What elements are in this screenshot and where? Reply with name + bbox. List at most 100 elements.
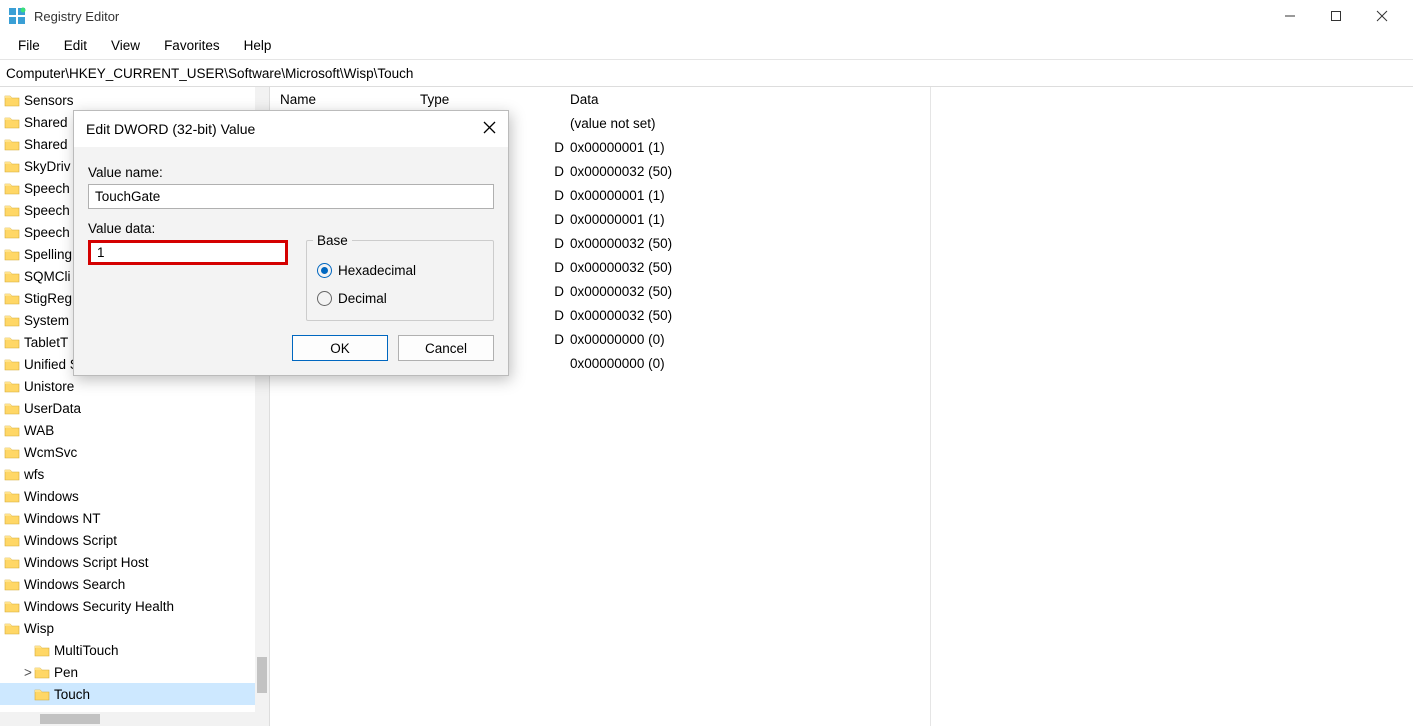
tree-item[interactable]: > Pen xyxy=(0,661,269,683)
value-data: 0x00000032 (50) xyxy=(570,236,1413,251)
tree-item-label: Spelling xyxy=(24,247,72,262)
column-header-type[interactable]: Type xyxy=(420,92,570,107)
maximize-button[interactable] xyxy=(1313,0,1359,32)
value-data: 0x00000000 (0) xyxy=(570,356,1413,371)
menu-edit[interactable]: Edit xyxy=(52,34,99,57)
tree-item-label: WcmSvc xyxy=(24,445,77,460)
tree-item-label: Touch xyxy=(54,687,90,702)
tree-item-label: Windows NT xyxy=(24,511,101,526)
radio-dec-label: Decimal xyxy=(338,291,387,306)
menu-view[interactable]: View xyxy=(99,34,152,57)
base-fieldset: Base Hexadecimal Decimal xyxy=(306,240,494,321)
value-name-label: Value name: xyxy=(88,165,494,180)
value-name-input[interactable] xyxy=(88,184,494,209)
tree-item-label: Windows Search xyxy=(24,577,125,592)
tree-hscrollbar[interactable] xyxy=(0,712,255,726)
menu-file[interactable]: File xyxy=(6,34,52,57)
tree-hscroll-thumb[interactable] xyxy=(40,714,100,724)
minimize-button[interactable] xyxy=(1267,0,1313,32)
tree-item-label: TabletT xyxy=(24,335,68,350)
window-title: Registry Editor xyxy=(34,9,1267,24)
folder-icon xyxy=(4,181,20,195)
tree-item-label: SkyDriv xyxy=(24,159,71,174)
tree-item[interactable]: Windows Script Host xyxy=(0,551,269,573)
folder-icon xyxy=(4,247,20,261)
folder-icon xyxy=(4,93,20,107)
folder-icon xyxy=(34,687,50,701)
tree-item[interactable]: WcmSvc xyxy=(0,441,269,463)
address-bar[interactable]: Computer\HKEY_CURRENT_USER\Software\Micr… xyxy=(0,60,1413,86)
column-divider xyxy=(930,87,931,726)
folder-icon xyxy=(4,203,20,217)
ok-button[interactable]: OK xyxy=(292,335,388,361)
dialog-title: Edit DWORD (32-bit) Value xyxy=(86,121,255,137)
folder-icon xyxy=(4,511,20,525)
folder-icon xyxy=(4,225,20,239)
tree-item-label: Pen xyxy=(54,665,78,680)
folder-icon xyxy=(4,335,20,349)
tree-item[interactable]: Sensors xyxy=(0,89,269,111)
folder-icon xyxy=(4,379,20,393)
value-data-label: Value data: xyxy=(88,221,288,236)
radio-hex-icon xyxy=(317,263,332,278)
folder-icon xyxy=(4,291,20,305)
tree-item[interactable]: WAB xyxy=(0,419,269,441)
folder-icon xyxy=(4,555,20,569)
tree-item[interactable]: Windows NT xyxy=(0,507,269,529)
menu-favorites[interactable]: Favorites xyxy=(152,34,232,57)
folder-icon xyxy=(4,357,20,371)
tree-item-label: Speech xyxy=(24,181,70,196)
tree-item-label: Windows xyxy=(24,489,79,504)
value-data-input[interactable] xyxy=(88,240,288,265)
radio-hex-label: Hexadecimal xyxy=(338,263,416,278)
value-data: 0x00000001 (1) xyxy=(570,212,1413,227)
tree-item[interactable]: Windows Security Health xyxy=(0,595,269,617)
tree-item-label: StigReg xyxy=(24,291,72,306)
folder-icon xyxy=(4,599,20,613)
tree-item[interactable]: UserData xyxy=(0,397,269,419)
cancel-button[interactable]: Cancel xyxy=(398,335,494,361)
tree-item[interactable]: Unistore xyxy=(0,375,269,397)
folder-icon xyxy=(4,621,20,635)
tree-item-label: Shared xyxy=(24,137,68,152)
edit-dword-dialog: Edit DWORD (32-bit) Value Value name: Va… xyxy=(73,110,509,376)
value-data: (value not set) xyxy=(570,116,1413,131)
close-button[interactable] xyxy=(1359,0,1405,32)
expander-icon[interactable]: > xyxy=(22,665,34,680)
radio-decimal[interactable]: Decimal xyxy=(317,286,483,310)
value-data: 0x00000000 (0) xyxy=(570,332,1413,347)
dialog-titlebar[interactable]: Edit DWORD (32-bit) Value xyxy=(74,111,508,147)
folder-icon xyxy=(34,665,50,679)
tree-item-label: SQMCli xyxy=(24,269,71,284)
address-path: Computer\HKEY_CURRENT_USER\Software\Micr… xyxy=(6,66,413,81)
tree-item-label: System xyxy=(24,313,69,328)
tree-item[interactable]: Touch xyxy=(0,683,269,705)
folder-icon xyxy=(4,533,20,547)
tree-item[interactable]: Wisp xyxy=(0,617,269,639)
folder-icon xyxy=(4,159,20,173)
app-icon xyxy=(8,7,26,25)
tree-vscroll-thumb[interactable] xyxy=(257,657,267,693)
tree-item-label: wfs xyxy=(24,467,44,482)
tree-item[interactable]: Windows xyxy=(0,485,269,507)
tree-item-label: Windows Security Health xyxy=(24,599,174,614)
tree-item[interactable]: MultiTouch xyxy=(0,639,269,661)
folder-icon xyxy=(4,577,20,591)
menu-help[interactable]: Help xyxy=(232,34,284,57)
list-header: Name Type Data xyxy=(270,87,1413,111)
tree-item[interactable]: wfs xyxy=(0,463,269,485)
folder-icon xyxy=(4,269,20,283)
radio-hexadecimal[interactable]: Hexadecimal xyxy=(317,258,483,282)
column-header-data[interactable]: Data xyxy=(570,92,1413,107)
folder-icon xyxy=(4,467,20,481)
tree-item-label: Wisp xyxy=(24,621,54,636)
tree-item-label: MultiTouch xyxy=(54,643,119,658)
tree-item[interactable]: Windows Search xyxy=(0,573,269,595)
folder-icon xyxy=(4,401,20,415)
dialog-close-button[interactable] xyxy=(483,121,496,138)
value-data: 0x00000032 (50) xyxy=(570,308,1413,323)
base-legend: Base xyxy=(313,233,352,248)
radio-dec-icon xyxy=(317,291,332,306)
column-header-name[interactable]: Name xyxy=(270,92,420,107)
tree-item[interactable]: Windows Script xyxy=(0,529,269,551)
